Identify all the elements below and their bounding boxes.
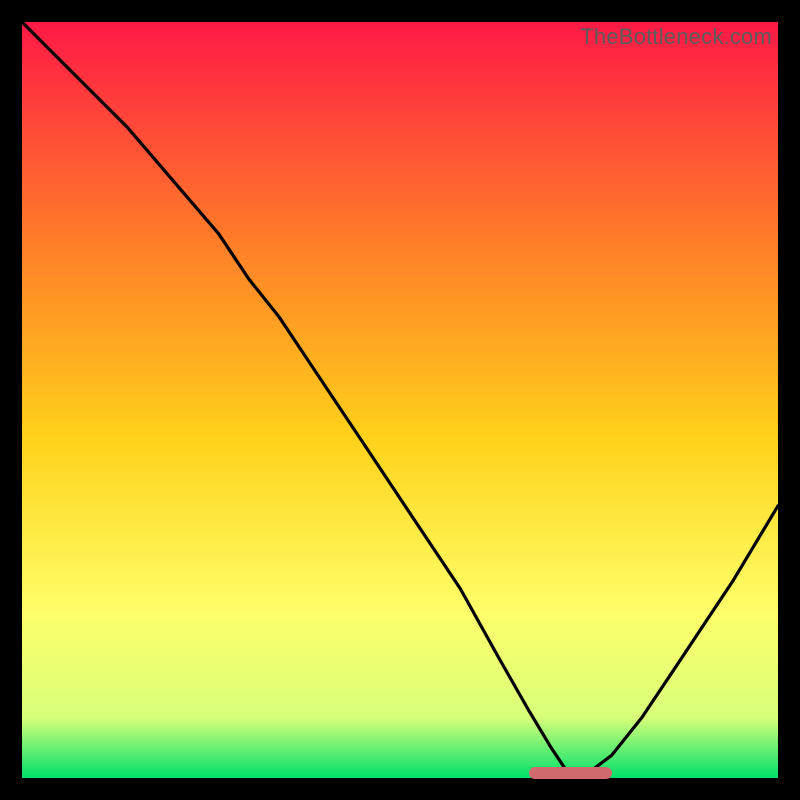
watermark-text: TheBottleneck.com: [580, 24, 772, 50]
gradient-background: [22, 22, 778, 778]
optimal-range-marker: [529, 767, 612, 779]
chart-frame: TheBottleneck.com: [22, 22, 778, 778]
